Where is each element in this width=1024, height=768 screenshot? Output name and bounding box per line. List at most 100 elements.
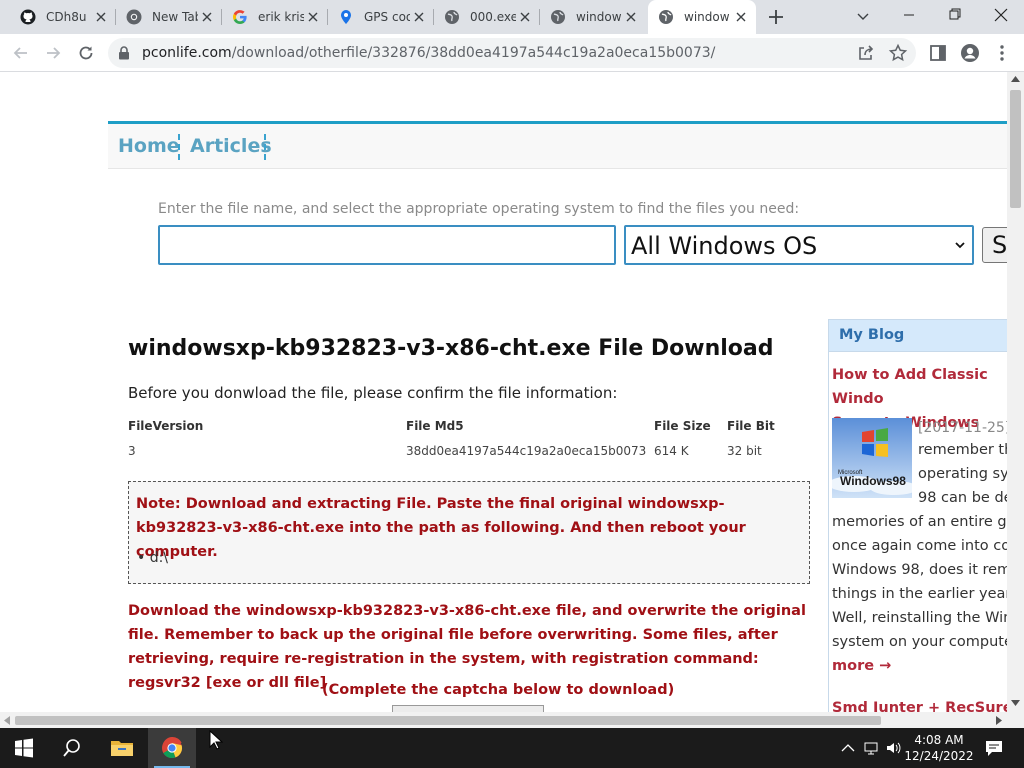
close-icon[interactable] bbox=[306, 10, 320, 24]
scroll-right-arrow-icon[interactable] bbox=[996, 716, 1002, 725]
tab-window-1[interactable]: window bbox=[540, 0, 646, 34]
download-instructions: Download the windowsxp-kb932823-v3-x86-c… bbox=[128, 603, 806, 691]
minimize-icon[interactable] bbox=[886, 0, 932, 34]
window-close-icon[interactable] bbox=[978, 0, 1024, 34]
reload-icon[interactable] bbox=[76, 43, 96, 63]
search-icon bbox=[63, 739, 80, 757]
tab-new-tab[interactable]: New Tab bbox=[116, 0, 222, 34]
excerpt-line: things in the earlier years bbox=[832, 586, 1007, 602]
search-label: Enter the file name, and select the appr… bbox=[158, 201, 800, 217]
excerpt-line: Well, reinstalling the Wind bbox=[832, 610, 1007, 626]
note-text: Note: Download and extracting File. Past… bbox=[136, 496, 746, 560]
globe-icon bbox=[551, 10, 565, 24]
windows-taskbar: 4:08 AM 12/24/2022 bbox=[0, 728, 1024, 768]
captcha-prompt: (Complete the captcha below to download) bbox=[322, 682, 675, 698]
nav-divider bbox=[264, 134, 266, 160]
chrome-taskbar-button[interactable] bbox=[148, 728, 196, 768]
system-clock[interactable]: 4:08 AM 12/24/2022 bbox=[900, 732, 978, 764]
gps-map-pin-icon bbox=[341, 10, 351, 24]
search-button[interactable]: S bbox=[982, 227, 1007, 263]
install-path: • d:\ bbox=[137, 550, 169, 566]
profile-avatar-icon[interactable] bbox=[960, 43, 980, 63]
close-icon[interactable] bbox=[518, 10, 532, 24]
file-search-input[interactable] bbox=[158, 225, 616, 265]
header-file-size: File Size bbox=[654, 419, 711, 433]
mouse-cursor-icon bbox=[209, 730, 223, 750]
excerpt-line: 98 can be de bbox=[918, 490, 1007, 506]
os-select[interactable]: All Windows OS bbox=[624, 225, 974, 265]
excerpt-line: operating sys bbox=[918, 466, 1007, 482]
vertical-scroll-thumb[interactable] bbox=[1010, 90, 1021, 208]
tab-search-chevron-icon[interactable] bbox=[840, 0, 886, 34]
file-title: windowsxp-kb932823-v3-x86-cht.exe File D… bbox=[128, 336, 774, 361]
tab-title: window bbox=[576, 10, 622, 24]
tab-title: CDh8u bbox=[46, 10, 87, 24]
scroll-up-arrow-icon[interactable] bbox=[1011, 76, 1020, 82]
url-text[interactable]: pconlife.com/download/otherfile/332876/3… bbox=[142, 44, 715, 62]
vertical-scrollbar[interactable] bbox=[1007, 72, 1024, 712]
scroll-left-arrow-icon[interactable] bbox=[4, 716, 10, 725]
start-button[interactable] bbox=[0, 728, 48, 768]
chevron-down-icon bbox=[955, 242, 965, 249]
excerpt-line: remember th bbox=[918, 442, 1007, 458]
excerpt-line: once again come into con bbox=[832, 538, 1007, 554]
tab-gps[interactable]: GPS coo bbox=[328, 0, 434, 34]
back-arrow-icon[interactable] bbox=[11, 43, 31, 63]
side-panel-icon[interactable] bbox=[928, 43, 948, 63]
folder-icon bbox=[111, 741, 133, 756]
clock-time: 4:08 AM bbox=[914, 733, 964, 747]
blog-next-post-link[interactable]: Smd Iunter + RecSureDu bbox=[832, 700, 1007, 712]
nav-home-link[interactable]: Home bbox=[118, 134, 180, 158]
excerpt-line: Windows 98, does it remin bbox=[832, 562, 1007, 578]
blog-header-title: My Blog bbox=[839, 327, 905, 343]
notification-center-icon[interactable] bbox=[984, 738, 1004, 758]
url-host: pconlife.com bbox=[142, 45, 232, 61]
blog-more-link[interactable]: more → bbox=[832, 658, 891, 674]
horizontal-scroll-thumb[interactable] bbox=[15, 716, 881, 725]
url-path: /download/otherfile/332876/38dd0ea4197a5… bbox=[231, 45, 716, 61]
browser-toolbar: pconlife.com/download/otherfile/332876/3… bbox=[0, 34, 1024, 72]
kebab-menu-icon[interactable] bbox=[992, 43, 1012, 63]
tab-000-exe[interactable]: 000.exe bbox=[434, 0, 540, 34]
tab-title: New Tab bbox=[152, 10, 198, 24]
network-icon[interactable] bbox=[862, 738, 882, 758]
chrome-icon bbox=[162, 737, 183, 759]
forward-arrow-icon[interactable] bbox=[43, 43, 63, 63]
value-file-bit: 32 bit bbox=[727, 444, 762, 458]
header-file-bit: File Bit bbox=[727, 419, 775, 433]
clock-date: 12/24/2022 bbox=[904, 749, 974, 763]
excerpt-line: system on your computer bbox=[832, 634, 1007, 650]
globe-icon bbox=[659, 10, 673, 24]
os-select-value: All Windows OS bbox=[631, 232, 818, 260]
close-icon[interactable] bbox=[200, 10, 214, 24]
captcha-widget[interactable] bbox=[392, 705, 544, 712]
web-page: Home Articles Enter the file name, and s… bbox=[0, 72, 1007, 712]
close-icon[interactable] bbox=[734, 10, 748, 24]
restore-icon[interactable] bbox=[932, 0, 978, 34]
nav-divider bbox=[178, 134, 180, 160]
new-tab-plus-icon[interactable] bbox=[766, 7, 786, 27]
tab-erik-kris[interactable]: erik kris bbox=[222, 0, 328, 34]
share-icon[interactable] bbox=[856, 43, 876, 63]
tab-cdh8u[interactable]: CDh8u bbox=[10, 0, 116, 34]
lock-icon[interactable] bbox=[118, 46, 130, 60]
scroll-down-arrow-icon[interactable] bbox=[1011, 700, 1020, 706]
tab-window-active[interactable]: window bbox=[648, 0, 756, 34]
address-bar[interactable]: pconlife.com/download/otherfile/332876/3… bbox=[108, 38, 916, 68]
close-icon[interactable] bbox=[412, 10, 426, 24]
header-file-md5: File Md5 bbox=[406, 419, 464, 433]
search-taskbar-button[interactable] bbox=[48, 728, 96, 768]
github-icon bbox=[20, 9, 36, 25]
tab-title: window bbox=[684, 10, 730, 24]
bookmark-star-icon[interactable] bbox=[888, 43, 908, 63]
close-icon[interactable] bbox=[94, 10, 108, 24]
tray-chevron-up-icon[interactable] bbox=[838, 738, 858, 758]
horizontal-scrollbar[interactable] bbox=[0, 712, 1024, 728]
google-icon bbox=[233, 10, 247, 25]
chrome-icon bbox=[126, 9, 142, 25]
value-file-version: 3 bbox=[128, 444, 136, 458]
file-explorer-button[interactable] bbox=[98, 728, 146, 768]
blog-post-excerpt: remember th operating sys 98 can be de m… bbox=[832, 438, 1007, 654]
nav-articles-link[interactable]: Articles bbox=[190, 134, 272, 158]
close-icon[interactable] bbox=[624, 10, 638, 24]
